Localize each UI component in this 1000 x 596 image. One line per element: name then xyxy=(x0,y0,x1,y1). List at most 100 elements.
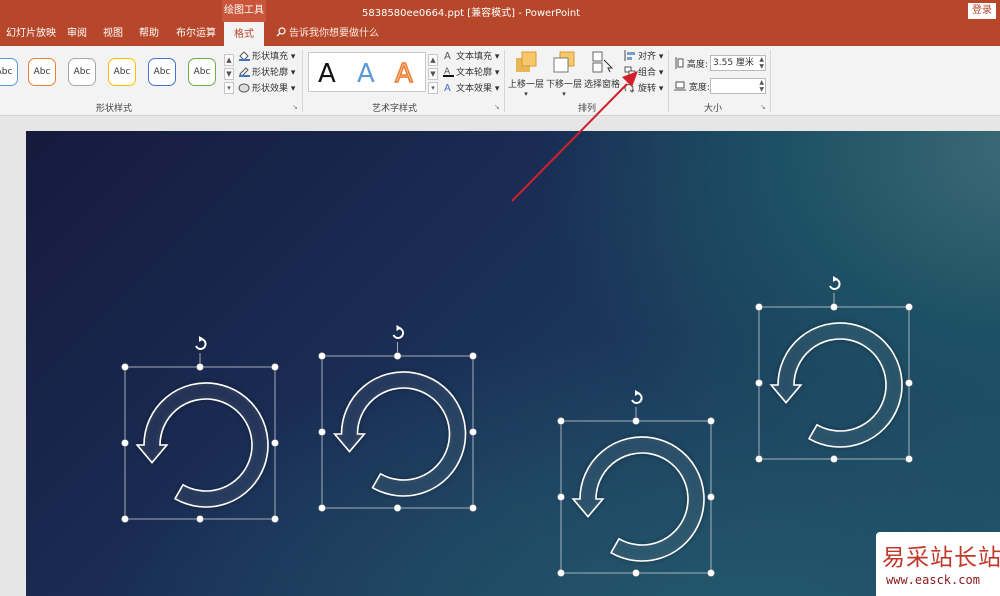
resize-handle[interactable] xyxy=(830,303,838,311)
wordart-gallery[interactable]: A A A xyxy=(308,52,426,92)
circular-arrow-shape[interactable] xyxy=(332,371,467,497)
resize-handle[interactable] xyxy=(469,504,477,512)
width-field[interactable]: ▲ ▼ xyxy=(710,78,766,94)
rotate-button[interactable]: 旋转 ▾ xyxy=(624,82,663,96)
resize-handle[interactable] xyxy=(905,455,913,463)
shape-fill-button[interactable]: 形状填充 ▾ xyxy=(238,50,295,64)
circular-arrow-1[interactable] xyxy=(121,336,279,523)
shape-outline-button[interactable]: 形状轮廓 ▾ xyxy=(238,66,295,80)
resize-handle[interactable] xyxy=(271,439,279,447)
resize-handle[interactable] xyxy=(905,379,913,387)
tab-format[interactable]: 格式 xyxy=(224,22,264,46)
resize-handle[interactable] xyxy=(557,417,565,425)
gallery-down-icon[interactable]: ▼ xyxy=(224,68,234,80)
height-field[interactable]: 3.55 厘米 ▲ ▼ xyxy=(710,55,766,71)
size-launcher-icon[interactable]: ↘ xyxy=(760,103,768,111)
wordart-style-orange[interactable]: A xyxy=(394,58,413,90)
resize-handle[interactable] xyxy=(393,352,402,360)
circular-arrow-shape[interactable] xyxy=(135,382,269,508)
resize-handle[interactable] xyxy=(196,515,204,523)
resize-handle[interactable] xyxy=(318,428,326,436)
width-spinner[interactable]: ▲ ▼ xyxy=(759,79,764,93)
tab-boolean[interactable]: 布尔运算 xyxy=(176,22,216,46)
send-backward-button[interactable]: 下移一层 ▾ xyxy=(546,50,582,98)
align-icon xyxy=(624,50,636,61)
align-button[interactable]: 对齐 ▾ xyxy=(624,50,663,64)
resize-handle[interactable] xyxy=(318,504,326,512)
shape-effects-button[interactable]: 形状效果 ▾ xyxy=(238,82,295,96)
resize-handle[interactable] xyxy=(469,428,477,436)
resize-handle[interactable] xyxy=(707,493,715,501)
gallery-more-icon[interactable]: ▾ xyxy=(224,82,234,94)
width-label: 宽度: xyxy=(688,83,710,93)
group-divider xyxy=(302,50,303,112)
rotation-handle-icon[interactable] xyxy=(195,336,207,350)
bring-forward-button[interactable]: 上移一层 ▾ xyxy=(508,50,544,98)
resize-handle[interactable] xyxy=(707,569,715,577)
slide[interactable] xyxy=(26,131,1000,596)
resize-handle[interactable] xyxy=(557,569,565,577)
rotation-handle-icon[interactable] xyxy=(631,390,643,404)
circular-arrow-4[interactable] xyxy=(755,276,913,463)
resize-handle[interactable] xyxy=(318,352,326,360)
shape-style-swatch[interactable]: Abc xyxy=(28,58,56,86)
circular-arrow-2[interactable] xyxy=(318,325,477,512)
resize-handle[interactable] xyxy=(393,504,402,512)
resize-handle[interactable] xyxy=(755,303,763,311)
height-spinner[interactable]: ▲ ▼ xyxy=(759,56,764,70)
resize-handle[interactable] xyxy=(755,455,763,463)
circular-arrow-shape[interactable] xyxy=(769,322,903,448)
text-fill-button[interactable]: A 文本填充 ▾ xyxy=(442,50,499,64)
resize-handle[interactable] xyxy=(755,379,763,387)
text-outline-button[interactable]: A 文本轮廓 ▾ xyxy=(442,66,499,80)
shape-styles-launcher-icon[interactable]: ↘ xyxy=(292,103,300,111)
group-button[interactable]: 组合 ▾ xyxy=(624,66,663,80)
pen-icon xyxy=(238,66,250,77)
gallery-up-icon[interactable]: ▲ xyxy=(224,54,234,66)
circular-arrow-shape[interactable] xyxy=(571,436,705,562)
wordart-style-black[interactable]: A xyxy=(318,59,336,89)
rotation-handle-icon[interactable] xyxy=(829,276,841,290)
resize-handle[interactable] xyxy=(469,352,477,360)
resize-handle[interactable] xyxy=(830,455,838,463)
shape-style-swatch[interactable]: Abc xyxy=(0,58,18,86)
resize-handle[interactable] xyxy=(632,417,640,425)
resize-handle[interactable] xyxy=(121,363,129,371)
rotation-handle-icon[interactable] xyxy=(392,325,405,339)
svg-text:A: A xyxy=(444,83,451,93)
circular-arrow-3[interactable] xyxy=(557,390,715,577)
group-divider xyxy=(668,50,669,112)
height-row: 高度: xyxy=(674,57,708,70)
tab-help[interactable]: 帮助 xyxy=(139,22,159,46)
wordart-up-icon[interactable]: ▲ xyxy=(428,54,438,66)
text-effects-button[interactable]: A 文本效果 ▾ xyxy=(442,82,499,96)
text-outline-icon: A xyxy=(442,66,454,77)
tab-slideshow[interactable]: 幻灯片放映 xyxy=(6,22,56,46)
tab-view[interactable]: 视图 xyxy=(103,22,123,46)
send-backward-icon xyxy=(552,50,576,74)
wordart-style-blue[interactable]: A xyxy=(357,59,375,89)
resize-handle[interactable] xyxy=(271,363,279,371)
text-effects-icon: A xyxy=(442,82,454,94)
resize-handle[interactable] xyxy=(271,515,279,523)
paint-bucket-icon xyxy=(238,50,250,61)
tab-review[interactable]: 审阅 xyxy=(67,22,87,46)
shape-style-swatch[interactable]: Abc xyxy=(108,58,136,86)
resize-handle[interactable] xyxy=(905,303,913,311)
height-label: 高度: xyxy=(686,60,708,70)
resize-handle[interactable] xyxy=(121,515,129,523)
wordart-down-icon[interactable]: ▼ xyxy=(428,68,438,80)
tell-me-search[interactable]: 告诉我你想要做什么 xyxy=(276,22,379,46)
selection-pane-button[interactable]: 选择窗格 xyxy=(584,50,620,90)
resize-handle[interactable] xyxy=(196,363,204,371)
resize-handle[interactable] xyxy=(121,439,129,447)
shape-style-swatch[interactable]: Abc xyxy=(148,58,176,86)
wordart-more-icon[interactable]: ▾ xyxy=(428,82,438,94)
wordart-launcher-icon[interactable]: ↘ xyxy=(494,103,502,111)
login-button[interactable]: 登录 xyxy=(968,3,996,19)
shape-style-swatch[interactable]: Abc xyxy=(188,58,216,86)
resize-handle[interactable] xyxy=(632,569,640,577)
shape-style-swatch[interactable]: Abc xyxy=(68,58,96,86)
resize-handle[interactable] xyxy=(707,417,715,425)
resize-handle[interactable] xyxy=(557,493,565,501)
